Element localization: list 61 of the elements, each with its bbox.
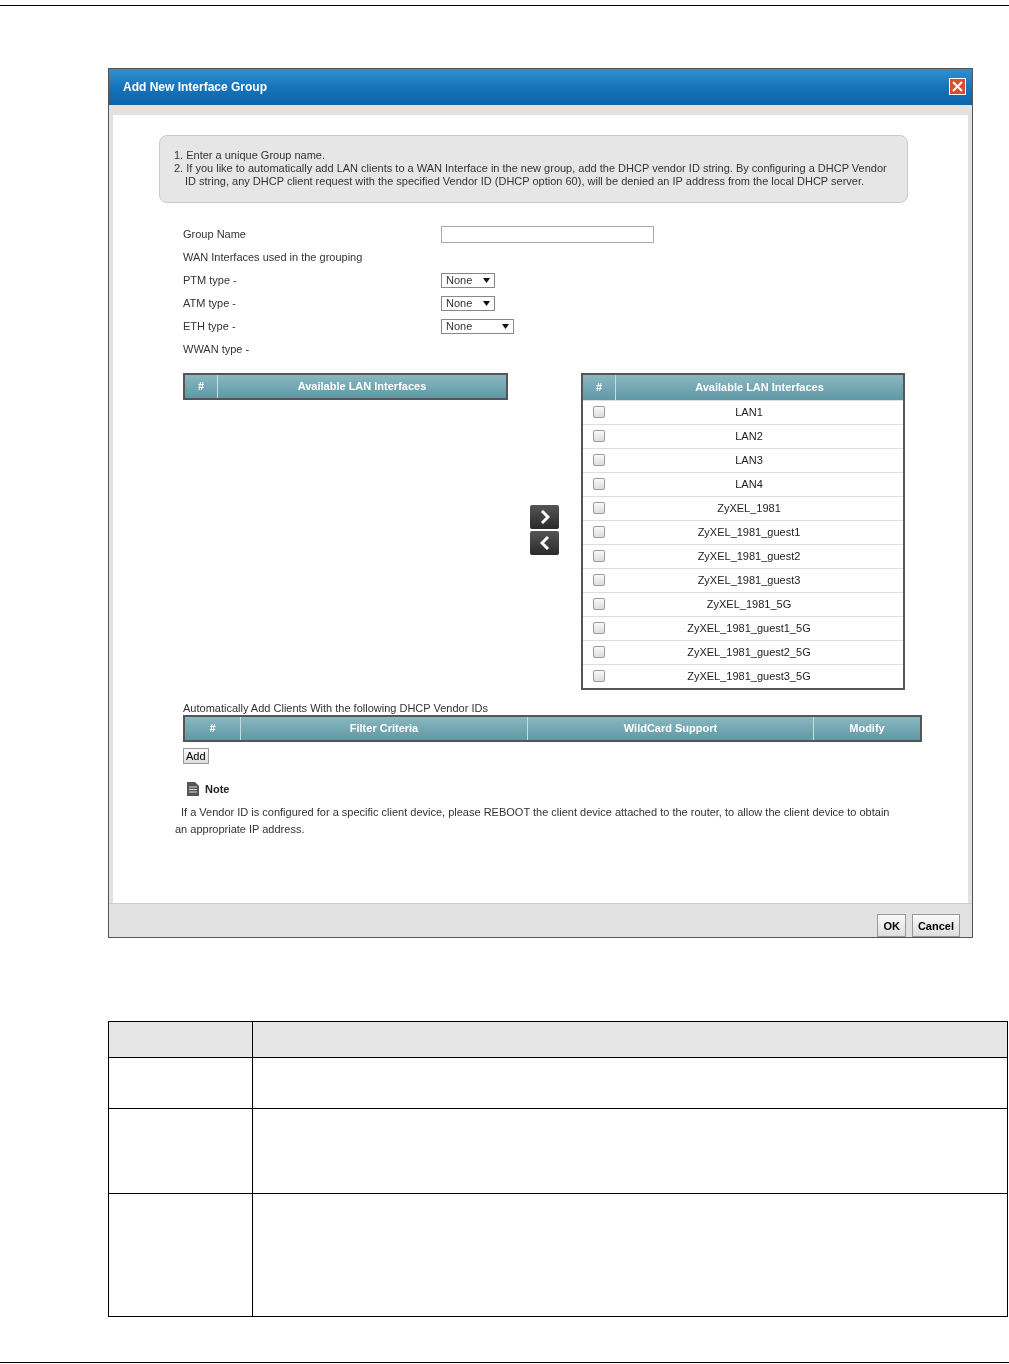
row-checkbox[interactable] (593, 550, 605, 563)
type-dropdown[interactable]: None (441, 295, 495, 311)
interface-name: LAN3 (734, 454, 764, 467)
column-header: # (583, 374, 616, 400)
close-icon (952, 81, 963, 93)
row-checkbox[interactable] (593, 478, 605, 491)
field-label: WWAN type - (183, 343, 251, 356)
interface-name: ZyXEL_1981 (716, 502, 782, 515)
row-checkbox[interactable] (593, 598, 605, 611)
column-header: # (185, 716, 241, 740)
vendor-ids-label: Automatically Add Clients With the following DHCP Vendor IDs (183, 701, 489, 714)
interface-name: LAN1 (734, 406, 764, 419)
row-checkbox[interactable] (593, 406, 605, 419)
move-left-button[interactable] (530, 530, 559, 555)
column-header: WildCard Support (528, 716, 814, 740)
group-name-field[interactable] (441, 225, 654, 243)
document-icon (187, 781, 199, 796)
row-checkbox[interactable] (593, 622, 605, 635)
ok-button[interactable]: OK (877, 914, 906, 937)
row-checkbox[interactable] (593, 502, 605, 515)
chevron-left-icon (539, 535, 550, 550)
row-checkbox[interactable] (593, 430, 605, 443)
interface-name: ZyXEL_1981_5G (705, 598, 793, 611)
field-label: PTM type - (183, 274, 238, 287)
caret-icon (483, 300, 490, 306)
caret-icon (483, 277, 490, 283)
interface-name: ZyXEL_1981_guest3 (696, 574, 802, 587)
column-header: Available LAN Interfaces (694, 380, 825, 396)
note-text: If a Vendor ID is configured for a specific client device, please REBOOT the client device attached to the router, to allow the client device to obtain an appropriate IP address. (175, 804, 891, 837)
field-label: ATM type - (183, 297, 237, 310)
type-dropdown[interactable]: None (441, 318, 514, 334)
row-checkbox[interactable] (593, 454, 605, 467)
close-button[interactable] (949, 78, 966, 96)
interface-name: LAN4 (734, 478, 764, 491)
dialog-title: Add New Interface Group (123, 79, 268, 94)
interface-name: ZyXEL_1981_guest1 (696, 526, 802, 539)
interface-name: ZyXEL_1981_guest3_5G (686, 670, 812, 683)
column-header: Available LAN Interfaces (296, 379, 428, 395)
cancel-button[interactable]: Cancel (911, 914, 960, 937)
note-title: Note (205, 782, 230, 795)
row-checkbox[interactable] (593, 646, 605, 659)
chevron-right-icon (539, 509, 550, 524)
field-label: WAN Interfaces used in the grouping (183, 251, 364, 264)
interface-name: ZyXEL_1981_guest1_5G (686, 622, 812, 635)
instruction-text: 2. If you like to automatically add LAN clients to a WAN Interface in the new group, add the DHCP vendor ID string. By configuring a DHCP Vendor ID string, any DHCP client request with the specified Vendor ID (DHCP option 60), will be denied an IP address from the local DHCP server. (174, 161, 888, 188)
field-label: ETH type - (183, 320, 237, 333)
instruction-text: 1. Enter a unique Group name. (174, 148, 327, 162)
row-checkbox[interactable] (593, 526, 605, 539)
caret-icon (502, 323, 509, 329)
interface-name: ZyXEL_1981_guest2 (696, 550, 802, 563)
add-button[interactable]: Add (183, 747, 209, 764)
interface-name: LAN2 (734, 430, 764, 443)
column-header: Filter Criteria (241, 716, 528, 740)
type-dropdown[interactable]: None (441, 272, 495, 288)
interface-name: ZyXEL_1981_guest2_5G (686, 646, 812, 659)
row-checkbox[interactable] (593, 670, 605, 683)
column-header: # (185, 374, 218, 398)
move-right-button[interactable] (530, 504, 559, 529)
column-header: Modify (848, 721, 886, 737)
field-label: Group Name (183, 228, 247, 241)
row-checkbox[interactable] (593, 574, 605, 587)
